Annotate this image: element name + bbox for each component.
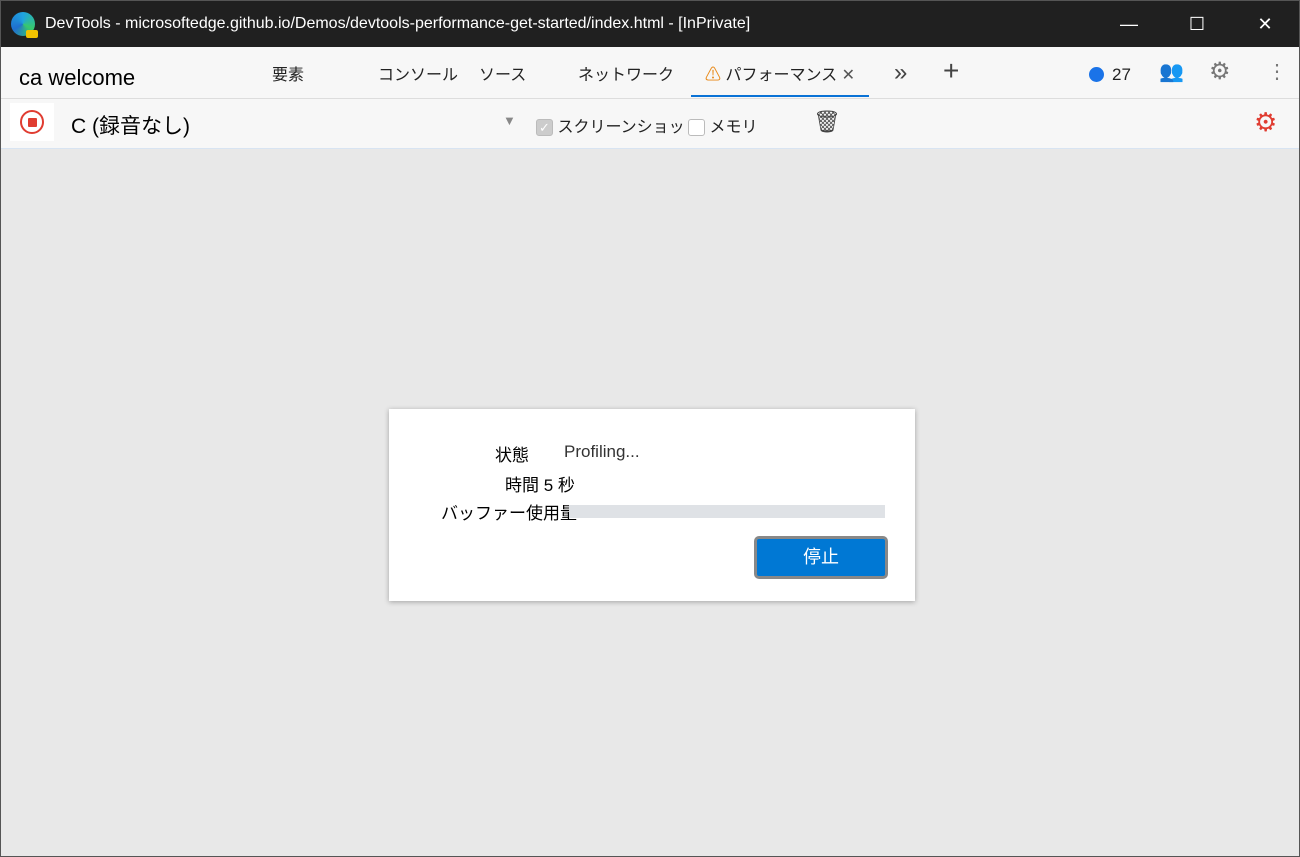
performance-toolbar: C (録音なし) ▼ ✓ スクリーンショット メモリ 🗑 ⚙ xyxy=(1,99,1299,149)
edge-logo-icon xyxy=(11,12,38,38)
buffer-usage-bar xyxy=(569,505,885,518)
tab-network[interactable]: ネットワーク xyxy=(578,61,674,85)
tab-sources[interactable]: ソース xyxy=(479,61,526,85)
feedback-icon[interactable]: 👥 xyxy=(1159,59,1184,84)
maximize-button[interactable]: ☐ xyxy=(1163,14,1231,35)
close-tab-icon[interactable]: ✕ xyxy=(842,67,855,84)
minimize-button[interactable]: — xyxy=(1095,14,1163,35)
tab-performance[interactable]: ⚠ パフォーマンス ✕ xyxy=(691,61,870,97)
trash-icon[interactable]: 🗑 xyxy=(813,109,841,135)
screenshots-checkbox[interactable]: ✓ xyxy=(536,119,553,137)
screenshots-label: スクリーンショット xyxy=(557,119,701,136)
tab-console[interactable]: コンソール xyxy=(378,61,458,85)
time-text: 時間 5 秒 xyxy=(505,476,575,495)
tab-elements[interactable]: 要素 xyxy=(272,61,304,85)
title-bar: DevTools - microsoftedge.github.io/Demos… xyxy=(1,1,1299,47)
record-button[interactable] xyxy=(10,103,54,141)
status-label: 状態 xyxy=(495,446,529,465)
issues-icon[interactable] xyxy=(1089,67,1104,82)
tab-label: パフォーマンス xyxy=(725,67,838,84)
devtools-tab-bar: ca welcome 要素 コンソール ソース ネットワーク ⚠ パフォーマンス… xyxy=(1,47,1299,99)
context-label: ca welcome xyxy=(19,65,136,90)
close-window-button[interactable]: ✕ xyxy=(1231,14,1299,35)
window-title: DevTools - microsoftedge.github.io/Demos… xyxy=(45,15,751,32)
status-value: Profiling... xyxy=(564,442,640,461)
issues-count[interactable]: 27 xyxy=(1112,65,1131,85)
more-options-icon[interactable]: ⋮ xyxy=(1267,59,1287,84)
dropdown-arrow-icon[interactable]: ▼ xyxy=(503,113,516,128)
recording-select[interactable]: C (録音なし) xyxy=(71,110,190,140)
add-tab-icon[interactable]: + xyxy=(943,55,959,87)
devtools-window: DevTools - microsoftedge.github.io/Demos… xyxy=(0,0,1300,857)
record-stop-icon xyxy=(20,110,44,134)
settings-icon[interactable]: ⚙ xyxy=(1209,57,1231,86)
memory-label: メモリ xyxy=(709,119,758,136)
more-tabs-icon[interactable]: » xyxy=(894,59,907,87)
stop-button[interactable]: 停止 xyxy=(754,536,888,579)
warning-icon: ⚠ xyxy=(705,67,722,84)
capture-settings-icon[interactable]: ⚙ xyxy=(1254,107,1277,138)
memory-checkbox[interactable] xyxy=(688,119,705,137)
buffer-label: バッファー使用量 xyxy=(441,504,577,523)
